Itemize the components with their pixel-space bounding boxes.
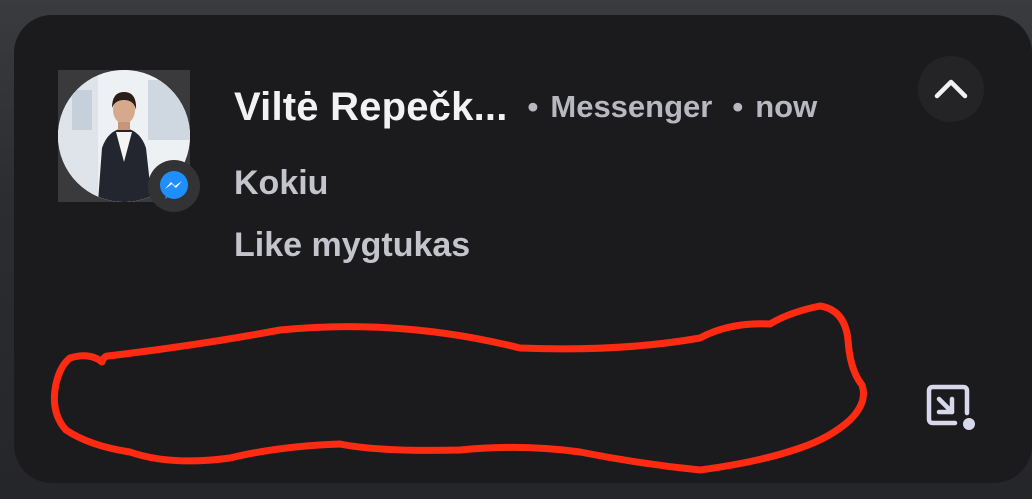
separator-dot: • — [732, 89, 744, 124]
notification-header: Viltė Repečk... • Messenger • now — [234, 80, 817, 134]
sender-name: Viltė Repečk... — [234, 84, 508, 129]
messenger-icon — [148, 160, 200, 212]
message-line-2: Like mygtukas — [234, 226, 471, 264]
popout-button[interactable] — [920, 380, 982, 436]
app-name: Messenger — [550, 89, 713, 124]
timestamp: now — [755, 89, 818, 124]
picture-in-picture-icon — [926, 384, 975, 430]
message-line-1: Kokiu — [234, 164, 329, 202]
collapse-button[interactable] — [918, 56, 984, 122]
separator-dot: • — [527, 89, 539, 124]
chevron-up-icon — [934, 79, 968, 99]
